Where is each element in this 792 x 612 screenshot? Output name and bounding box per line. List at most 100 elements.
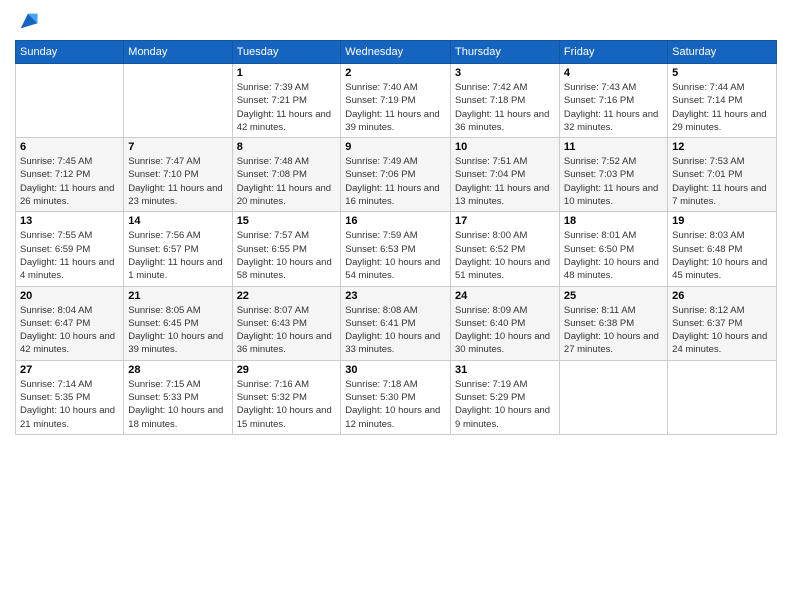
day-cell-28: 28 Sunrise: 7:15 AMSunset: 5:33 PMDayligh… [124,360,232,434]
day-number: 10 [455,141,555,153]
day-cell-15: 15 Sunrise: 7:57 AMSunset: 6:55 PMDayligh… [232,212,341,286]
day-number: 4 [564,67,663,79]
day-info: Sunrise: 7:56 AMSunset: 6:57 PMDaylight:… [128,229,227,282]
day-cell-10: 10 Sunrise: 7:51 AMSunset: 7:04 PMDayligh… [451,138,560,212]
day-cell-22: 22 Sunrise: 8:07 AMSunset: 6:43 PMDayligh… [232,286,341,360]
day-number: 13 [20,215,119,227]
day-cell-11: 11 Sunrise: 7:52 AMSunset: 7:03 PMDayligh… [559,138,667,212]
week-row-2: 13 Sunrise: 7:55 AMSunset: 6:59 PMDayligh… [16,212,777,286]
day-cell-12: 12 Sunrise: 7:53 AMSunset: 7:01 PMDayligh… [668,138,777,212]
day-number: 7 [128,141,227,153]
weekday-header-saturday: Saturday [668,41,777,64]
day-info: Sunrise: 7:47 AMSunset: 7:10 PMDaylight:… [128,155,227,208]
day-info: Sunrise: 8:05 AMSunset: 6:45 PMDaylight:… [128,304,227,357]
day-number: 26 [672,290,772,302]
day-info: Sunrise: 7:14 AMSunset: 5:35 PMDaylight:… [20,378,119,431]
day-cell-6: 6 Sunrise: 7:45 AMSunset: 7:12 PMDaylight… [16,138,124,212]
weekday-header-tuesday: Tuesday [232,41,341,64]
day-cell-13: 13 Sunrise: 7:55 AMSunset: 6:59 PMDayligh… [16,212,124,286]
day-number: 12 [672,141,772,153]
weekday-header-wednesday: Wednesday [341,41,451,64]
day-number: 6 [20,141,119,153]
day-info: Sunrise: 7:18 AMSunset: 5:30 PMDaylight:… [345,378,446,431]
day-cell-21: 21 Sunrise: 8:05 AMSunset: 6:45 PMDayligh… [124,286,232,360]
day-number: 30 [345,364,446,376]
day-info: Sunrise: 7:59 AMSunset: 6:53 PMDaylight:… [345,229,446,282]
day-info: Sunrise: 8:08 AMSunset: 6:41 PMDaylight:… [345,304,446,357]
calendar-table: SundayMondayTuesdayWednesdayThursdayFrid… [15,40,777,435]
day-info: Sunrise: 7:40 AMSunset: 7:19 PMDaylight:… [345,81,446,134]
day-number: 31 [455,364,555,376]
day-number: 3 [455,67,555,79]
day-cell-16: 16 Sunrise: 7:59 AMSunset: 6:53 PMDayligh… [341,212,451,286]
day-cell-19: 19 Sunrise: 8:03 AMSunset: 6:48 PMDayligh… [668,212,777,286]
day-cell-14: 14 Sunrise: 7:56 AMSunset: 6:57 PMDayligh… [124,212,232,286]
day-number: 18 [564,215,663,227]
weekday-header-row: SundayMondayTuesdayWednesdayThursdayFrid… [16,41,777,64]
day-info: Sunrise: 7:42 AMSunset: 7:18 PMDaylight:… [455,81,555,134]
empty-cell [559,360,667,434]
day-info: Sunrise: 8:11 AMSunset: 6:38 PMDaylight:… [564,304,663,357]
day-number: 23 [345,290,446,302]
day-cell-18: 18 Sunrise: 8:01 AMSunset: 6:50 PMDayligh… [559,212,667,286]
day-number: 25 [564,290,663,302]
day-number: 27 [20,364,119,376]
day-cell-23: 23 Sunrise: 8:08 AMSunset: 6:41 PMDayligh… [341,286,451,360]
day-info: Sunrise: 7:49 AMSunset: 7:06 PMDaylight:… [345,155,446,208]
day-info: Sunrise: 7:57 AMSunset: 6:55 PMDaylight:… [237,229,337,282]
day-info: Sunrise: 7:55 AMSunset: 6:59 PMDaylight:… [20,229,119,282]
day-info: Sunrise: 8:01 AMSunset: 6:50 PMDaylight:… [564,229,663,282]
day-number: 28 [128,364,227,376]
day-number: 11 [564,141,663,153]
day-number: 1 [237,67,337,79]
weekday-header-monday: Monday [124,41,232,64]
weekday-header-thursday: Thursday [451,41,560,64]
logo [15,10,39,32]
week-row-3: 20Sunrise: 8:04 AMSunset: 6:47 PMDayligh… [16,286,777,360]
day-number: 24 [455,290,555,302]
day-number: 2 [345,67,446,79]
day-info: Sunrise: 7:15 AMSunset: 5:33 PMDaylight:… [128,378,227,431]
day-number: 21 [128,290,227,302]
day-number: 14 [128,215,227,227]
day-info: Sunrise: 7:52 AMSunset: 7:03 PMDaylight:… [564,155,663,208]
day-number: 5 [672,67,772,79]
day-number: 8 [237,141,337,153]
week-row-1: 6 Sunrise: 7:45 AMSunset: 7:12 PMDaylight… [16,138,777,212]
day-info: Sunrise: 7:51 AMSunset: 7:04 PMDaylight:… [455,155,555,208]
day-info: Sunrise: 7:19 AMSunset: 5:29 PMDaylight:… [455,378,555,431]
day-info: Sunrise: 7:43 AMSunset: 7:16 PMDaylight:… [564,81,663,134]
day-number: 16 [345,215,446,227]
day-number: 22 [237,290,337,302]
empty-cell [124,64,232,138]
day-cell-17: 17Sunrise: 8:00 AMSunset: 6:52 PMDayligh… [451,212,560,286]
empty-cell [16,64,124,138]
day-number: 15 [237,215,337,227]
day-number: 19 [672,215,772,227]
day-info: Sunrise: 7:53 AMSunset: 7:01 PMDaylight:… [672,155,772,208]
day-number: 20 [20,290,119,302]
day-cell-31: 31 Sunrise: 7:19 AMSunset: 5:29 PMDayligh… [451,360,560,434]
day-cell-5: 5 Sunrise: 7:44 AMSunset: 7:14 PMDaylight… [668,64,777,138]
day-info: Sunrise: 8:12 AMSunset: 6:37 PMDaylight:… [672,304,772,357]
day-number: 29 [237,364,337,376]
day-info: Sunrise: 7:39 AMSunset: 7:21 PMDaylight:… [237,81,337,134]
week-row-0: 1 Sunrise: 7:39 AMSunset: 7:21 PMDaylight… [16,64,777,138]
day-cell-29: 29 Sunrise: 7:16 AMSunset: 5:32 PMDayligh… [232,360,341,434]
header [15,10,777,32]
logo-icon [17,10,39,32]
day-info: Sunrise: 8:07 AMSunset: 6:43 PMDaylight:… [237,304,337,357]
day-cell-27: 27 Sunrise: 7:14 AMSunset: 5:35 PMDayligh… [16,360,124,434]
calendar-page: SundayMondayTuesdayWednesdayThursdayFrid… [0,0,792,612]
day-info: Sunrise: 8:09 AMSunset: 6:40 PMDaylight:… [455,304,555,357]
day-info: Sunrise: 8:03 AMSunset: 6:48 PMDaylight:… [672,229,772,282]
day-info: Sunrise: 7:16 AMSunset: 5:32 PMDaylight:… [237,378,337,431]
day-cell-20: 20Sunrise: 8:04 AMSunset: 6:47 PMDayligh… [16,286,124,360]
day-cell-25: 25 Sunrise: 8:11 AMSunset: 6:38 PMDayligh… [559,286,667,360]
day-info: Sunrise: 8:00 AMSunset: 6:52 PMDaylight:… [455,229,555,282]
day-info: Sunrise: 7:45 AMSunset: 7:12 PMDaylight:… [20,155,119,208]
day-cell-3: 3 Sunrise: 7:42 AMSunset: 7:18 PMDaylight… [451,64,560,138]
day-info: Sunrise: 7:48 AMSunset: 7:08 PMDaylight:… [237,155,337,208]
day-cell-1: 1 Sunrise: 7:39 AMSunset: 7:21 PMDaylight… [232,64,341,138]
day-info: Sunrise: 7:44 AMSunset: 7:14 PMDaylight:… [672,81,772,134]
